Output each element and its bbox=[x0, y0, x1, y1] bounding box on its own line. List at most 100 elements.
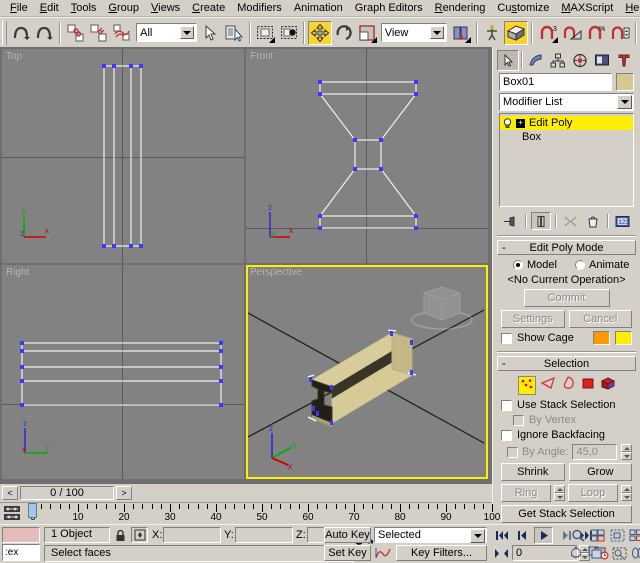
menu-create[interactable]: Create bbox=[186, 0, 231, 16]
use-pivot-point-center-icon[interactable] bbox=[449, 21, 472, 45]
spinner-down-icon[interactable] bbox=[621, 493, 632, 501]
spinner-down-icon[interactable] bbox=[621, 452, 632, 460]
subobject-vertex-icon[interactable] bbox=[518, 376, 536, 395]
frame-display-field[interactable]: 0 / 100 bbox=[20, 486, 114, 500]
zoom-button[interactable] bbox=[568, 527, 587, 544]
select-and-rotate-icon[interactable] bbox=[332, 21, 355, 45]
chevron-down-icon[interactable] bbox=[180, 26, 194, 39]
spinner-up-icon[interactable] bbox=[554, 485, 565, 493]
zoom-extents-all-button[interactable] bbox=[626, 527, 640, 544]
subobject-polygon-icon[interactable] bbox=[581, 376, 595, 395]
show-end-result-icon[interactable] bbox=[531, 212, 551, 230]
menu-tools[interactable]: Tools bbox=[65, 0, 103, 16]
radio-animate[interactable]: Animate bbox=[575, 259, 629, 271]
subobject-element-icon[interactable] bbox=[600, 376, 616, 395]
spinner-up-icon[interactable] bbox=[621, 444, 632, 452]
light-bulb-icon[interactable] bbox=[503, 118, 512, 128]
radio-model[interactable]: Model bbox=[513, 259, 575, 271]
menu-animation[interactable]: Animation bbox=[288, 0, 349, 16]
set-key-button[interactable]: Set Key bbox=[324, 545, 371, 561]
ring-spinner[interactable] bbox=[554, 485, 565, 501]
configure-modifier-sets-icon[interactable]: 123 bbox=[613, 212, 633, 230]
pin-stack-icon[interactable] bbox=[501, 212, 521, 230]
select-by-name-icon[interactable] bbox=[222, 21, 245, 45]
by-vertex-checkbox[interactable] bbox=[513, 415, 524, 426]
maximize-viewport-icon[interactable] bbox=[585, 544, 604, 561]
radio-animate-button[interactable] bbox=[575, 260, 585, 270]
key-mode-toggle-button[interactable] bbox=[492, 545, 511, 562]
region-zoom-button[interactable] bbox=[610, 545, 629, 562]
menu-modifiers[interactable]: Modifiers bbox=[231, 0, 288, 16]
loop-button[interactable]: Loop bbox=[568, 484, 618, 502]
rollout-header-selection[interactable]: - Selection bbox=[497, 356, 636, 371]
chevron-down-icon[interactable] bbox=[470, 529, 485, 543]
open-mini-curve-editor-icon[interactable] bbox=[3, 505, 21, 525]
select-and-manipulate-icon[interactable] bbox=[481, 21, 504, 45]
settings-button[interactable]: Settings bbox=[501, 310, 565, 328]
collapse-minus-icon[interactable]: - bbox=[502, 242, 506, 254]
menu-group[interactable]: Group bbox=[102, 0, 145, 16]
command-tab-modify[interactable] bbox=[525, 50, 547, 71]
play-animation-button[interactable] bbox=[534, 527, 553, 544]
x-coord-field[interactable] bbox=[163, 527, 221, 543]
rectangular-selection-region-icon[interactable] bbox=[254, 21, 277, 45]
zoom-extents-button[interactable] bbox=[608, 527, 627, 544]
commit-button[interactable]: Commit bbox=[524, 289, 610, 307]
time-slider-handle[interactable] bbox=[28, 503, 37, 518]
subobject-border-icon[interactable] bbox=[562, 376, 576, 395]
remove-modifier-trash-icon[interactable] bbox=[583, 212, 603, 230]
auto-key-button[interactable]: Auto Key bbox=[324, 527, 371, 543]
maxscript-mini-listener-output[interactable] bbox=[2, 527, 40, 543]
chevron-down-icon[interactable] bbox=[430, 26, 444, 39]
cancel-button[interactable]: Cancel bbox=[569, 310, 633, 328]
show-cage-checkbox[interactable] bbox=[501, 333, 512, 344]
use-stack-selection-checkbox[interactable] bbox=[501, 400, 512, 411]
percent-snap-toggle-icon[interactable]: % bbox=[584, 21, 608, 45]
menu-rendering[interactable]: Rendering bbox=[429, 0, 492, 16]
viewport-perspective[interactable]: z y x Perspective bbox=[246, 265, 488, 479]
by-angle-checkbox[interactable] bbox=[507, 447, 518, 458]
selection-filter-combo[interactable]: All bbox=[136, 23, 197, 42]
viewport-right[interactable]: z y x Right bbox=[2, 265, 244, 479]
select-and-uniform-scale-icon[interactable] bbox=[355, 21, 378, 45]
chevron-down-icon[interactable] bbox=[617, 95, 632, 109]
rollout-header-edit-poly-mode[interactable]: - Edit Poly Mode bbox=[497, 240, 636, 255]
keyboard-shortcut-override-icon[interactable] bbox=[504, 21, 528, 45]
make-unique-icon[interactable] bbox=[561, 212, 581, 230]
shrink-button[interactable]: Shrink bbox=[501, 463, 565, 481]
command-tab-display[interactable]: A bbox=[591, 50, 613, 71]
next-frame-arrow[interactable]: > bbox=[116, 486, 132, 500]
by-angle-value-field[interactable]: 45,0 bbox=[572, 444, 617, 460]
expand-plus-icon[interactable]: + bbox=[516, 119, 525, 128]
goto-start-button[interactable] bbox=[492, 527, 511, 544]
set-key-filters-curve-icon[interactable] bbox=[373, 545, 392, 561]
stack-item-box[interactable]: Box bbox=[500, 130, 633, 144]
spinner-down-icon[interactable] bbox=[554, 493, 565, 501]
command-tab-utilities[interactable] bbox=[613, 50, 635, 71]
subobject-edge-icon[interactable] bbox=[541, 376, 557, 395]
bind-to-space-warp-icon[interactable] bbox=[111, 21, 134, 45]
maxscript-mini-listener-input[interactable]: :ex bbox=[2, 544, 40, 561]
pan-view-button[interactable] bbox=[628, 545, 640, 562]
menu-file[interactable]: FFileile bbox=[4, 0, 34, 16]
select-and-link-icon[interactable] bbox=[64, 21, 87, 45]
menu-maxscript[interactable]: MAXScript bbox=[555, 0, 619, 16]
get-stack-selection-button[interactable]: Get Stack Selection bbox=[501, 505, 632, 523]
frame-ruler[interactable]: 1020304050607080901000 bbox=[24, 503, 492, 525]
key-filters-button[interactable]: Key Filters... bbox=[396, 545, 487, 561]
snaps-toggle-icon[interactable]: 3 bbox=[536, 21, 560, 45]
viewport-front[interactable]: z x y Front bbox=[246, 49, 488, 263]
viewport-top[interactable]: y x z Top bbox=[2, 49, 244, 263]
spinner-up-icon[interactable] bbox=[621, 485, 632, 493]
lock-selection-icon[interactable] bbox=[112, 527, 128, 543]
loop-spinner[interactable] bbox=[621, 485, 632, 501]
ring-button[interactable]: Ring bbox=[501, 484, 551, 502]
menu-help[interactable]: Help bbox=[619, 0, 640, 16]
absolute-relative-transform-icon[interactable] bbox=[131, 527, 148, 543]
ignore-backfacing-checkbox[interactable] bbox=[501, 430, 512, 441]
track-bar[interactable]: 1020304050607080901000 bbox=[0, 502, 492, 524]
key-mode-combo[interactable]: Selected bbox=[374, 527, 487, 543]
y-coord-field[interactable] bbox=[235, 527, 293, 543]
collapse-minus-icon[interactable]: - bbox=[502, 358, 506, 370]
cage-color-swatch-2[interactable] bbox=[615, 331, 632, 345]
